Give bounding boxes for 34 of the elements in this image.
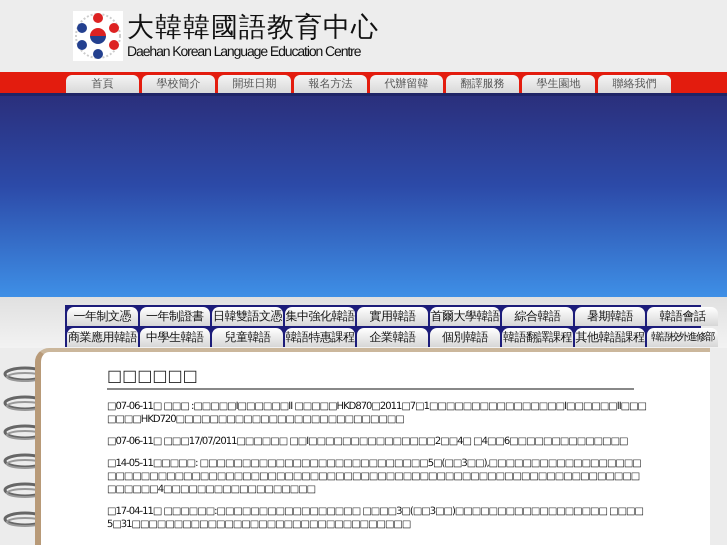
course-link[interactable]: 實用韓語 (357, 307, 428, 326)
course-link[interactable]: 韓語特惠課程 (284, 328, 355, 347)
site-title: 大韓韓國語教育中心 (127, 13, 379, 43)
course-link[interactable]: 首爾大學韓語 (430, 307, 500, 326)
course-link[interactable]: 韓語會話 (647, 307, 718, 326)
course-link[interactable]: 韓語翻譯課程 (502, 328, 572, 347)
news-item: □17-04-11□ □□□□□□:□□□□□□□□□□□□□□□□□ □□□□3□(□□3□□)□□□□□□□□□□□□□□□□□□ □□□□5□31□□□□□□□□□□□□□□□□□□□□□□□□□□□□□□□□□ (107, 505, 644, 531)
course-link[interactable]: 暑期韓語 (574, 307, 645, 326)
course-link[interactable]: 日韓雙語文憑 (212, 307, 282, 326)
course-link[interactable]: 一年制文憑 (67, 307, 138, 326)
course-link[interactable]: 其他韓語課程 (574, 328, 645, 347)
nav-tab[interactable]: 報名方法 (294, 75, 367, 93)
course-link[interactable]: 企業韓語 (357, 328, 428, 347)
course-link[interactable]: 韓語校外進修部 (647, 328, 718, 347)
nav-tab[interactable]: 翻譯服務 (446, 75, 519, 93)
nav-tab[interactable]: 學校簡介 (142, 75, 215, 93)
nav-tab[interactable]: 聯絡我們 (598, 75, 671, 93)
course-link[interactable]: 中學生韓語 (140, 328, 210, 347)
course-link[interactable]: 兒童韓語 (212, 328, 282, 347)
site-subtitle: Daehan Korean Language Education Centre (127, 43, 362, 59)
news-item: □14-05-11□□□□□: □□□□□□□□□□□□□□□□□□□□□□□□□□□5□(□□3□□),□□□□□□□□□□□□□□□□□□□□□□□□□□□□□□□□□□□□□□□□□□□□□□□□□□□□□□□□□□□□□□□□□□□□□□□□□□□□□□□□□□□□□□□4□□□□□□□□□□□□□□□□□□ (107, 457, 642, 496)
nav-tab[interactable]: 開班日期 (218, 75, 291, 93)
nav-tab[interactable]: 代辦留韓 (370, 75, 443, 93)
course-link[interactable]: 一年制證書 (140, 307, 210, 326)
news-heading: □□□□□□ (107, 366, 634, 390)
course-link[interactable]: 綜合韓語 (502, 307, 572, 326)
news-item: □07-06-11□ □□□17/07/2011□□□□□□ □□I□□□□□□□□□□□□□□□2□□4□ □4□□6□□□□□□□□□□□□□□ (107, 435, 628, 448)
nav-tab[interactable]: 首頁 (66, 75, 139, 93)
nav-tab[interactable]: 學生園地 (522, 75, 595, 93)
logo-icon (73, 11, 123, 61)
news-item: □07-06-11□ □□□ :□□□□□I□□□□□□II □□□□□HKD870□2011□7□1□□□□□□□□□□□□□□□□I□□□□□□II□□□□□□□HKD720□□□□□□□□□□□□□□□□□□□□□□□□□□□ (107, 400, 647, 426)
course-link[interactable]: 集中強化韓語 (284, 307, 355, 326)
course-link[interactable]: 個別韓語 (430, 328, 500, 347)
course-link[interactable]: 商業應用韓語 (67, 328, 138, 347)
